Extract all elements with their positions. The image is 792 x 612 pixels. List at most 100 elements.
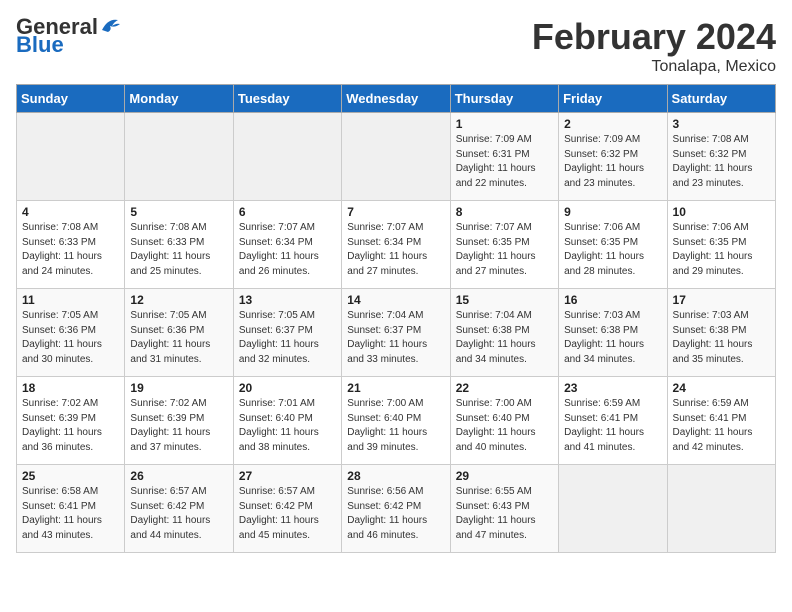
day-info: Sunrise: 6:59 AM Sunset: 6:41 PM Dayligh… [673, 397, 770, 455]
header-saturday: Saturday [667, 85, 775, 113]
calendar-cell: 16Sunrise: 7:03 AM Sunset: 6:38 PM Dayli… [559, 289, 667, 377]
header-thursday: Thursday [450, 85, 558, 113]
calendar-cell: 25 Sunrise: 6:58 AM Sunset: 6:41 PM Dayli… [17, 465, 125, 553]
week-row-4: 18 Sunrise: 7:02 AM Sunset: 6:39 PM Dayli… [17, 377, 776, 465]
day-number: 14 [347, 293, 444, 307]
day-number: 25 [22, 469, 119, 483]
day-number: 7 [347, 205, 444, 219]
page-header: General Blue February 2024 Tonalapa, Mex… [16, 16, 776, 76]
header-friday: Friday [559, 85, 667, 113]
day-number: 21 [347, 381, 444, 395]
day-info: Sunrise: 7:03 AM Sunset: 6:38 PM Dayligh… [673, 309, 770, 367]
calendar-cell: 20 Sunrise: 7:01 AM Sunset: 6:40 PM Dayli… [233, 377, 341, 465]
calendar-cell: 13 Sunrise: 7:05 AM Sunset: 6:37 PM Dayli… [233, 289, 341, 377]
header-tuesday: Tuesday [233, 85, 341, 113]
day-number: 12 [130, 293, 227, 307]
calendar-cell: 5Sunrise: 7:08 AM Sunset: 6:33 PM Daylig… [125, 201, 233, 289]
day-number: 16 [564, 293, 661, 307]
calendar-cell [667, 465, 775, 553]
day-info: Sunrise: 7:06 AM Sunset: 6:35 PM Dayligh… [673, 221, 770, 279]
day-number: 29 [456, 469, 553, 483]
day-number: 27 [239, 469, 336, 483]
calendar-cell: 15Sunrise: 7:04 AM Sunset: 6:38 PM Dayli… [450, 289, 558, 377]
calendar-cell: 1 Sunrise: 7:09 AM Sunset: 6:31 PM Daylig… [450, 113, 558, 201]
calendar-cell [559, 465, 667, 553]
calendar-cell: 29Sunrise: 6:55 AM Sunset: 6:43 PM Dayli… [450, 465, 558, 553]
calendar-cell: 4 Sunrise: 7:08 AM Sunset: 6:33 PM Daylig… [17, 201, 125, 289]
day-info: Sunrise: 7:08 AM Sunset: 6:33 PM Dayligh… [22, 221, 119, 279]
calendar-cell: 17 Sunrise: 7:03 AM Sunset: 6:38 PM Dayli… [667, 289, 775, 377]
calendar-cell: 2 Sunrise: 7:09 AM Sunset: 6:32 PM Daylig… [559, 113, 667, 201]
day-info: Sunrise: 7:07 AM Sunset: 6:34 PM Dayligh… [347, 221, 444, 279]
calendar-cell: 8 Sunrise: 7:07 AM Sunset: 6:35 PM Daylig… [450, 201, 558, 289]
week-row-2: 4 Sunrise: 7:08 AM Sunset: 6:33 PM Daylig… [17, 201, 776, 289]
title-block: February 2024 Tonalapa, Mexico [532, 16, 776, 76]
day-info: Sunrise: 7:02 AM Sunset: 6:39 PM Dayligh… [130, 397, 227, 455]
logo-bird-icon [100, 16, 122, 34]
day-info: Sunrise: 7:06 AM Sunset: 6:35 PM Dayligh… [564, 221, 661, 279]
day-info: Sunrise: 7:09 AM Sunset: 6:31 PM Dayligh… [456, 133, 553, 191]
calendar-cell [342, 113, 450, 201]
day-number: 3 [673, 117, 770, 131]
day-number: 18 [22, 381, 119, 395]
logo-blue-text: Blue [16, 34, 64, 56]
day-number: 1 [456, 117, 553, 131]
day-number: 19 [130, 381, 227, 395]
day-info: Sunrise: 7:05 AM Sunset: 6:36 PM Dayligh… [130, 309, 227, 367]
day-number: 15 [456, 293, 553, 307]
day-number: 23 [564, 381, 661, 395]
calendar-cell: 23 Sunrise: 6:59 AM Sunset: 6:41 PM Dayli… [559, 377, 667, 465]
calendar-cell: 18 Sunrise: 7:02 AM Sunset: 6:39 PM Dayli… [17, 377, 125, 465]
day-number: 6 [239, 205, 336, 219]
week-row-3: 11 Sunrise: 7:05 AM Sunset: 6:36 PM Dayli… [17, 289, 776, 377]
day-info: Sunrise: 6:58 AM Sunset: 6:41 PM Dayligh… [22, 485, 119, 543]
day-number: 26 [130, 469, 227, 483]
logo: General Blue [16, 16, 122, 56]
calendar-cell: 22 Sunrise: 7:00 AM Sunset: 6:40 PM Dayli… [450, 377, 558, 465]
calendar-cell: 27 Sunrise: 6:57 AM Sunset: 6:42 PM Dayli… [233, 465, 341, 553]
calendar-title: February 2024 [532, 16, 776, 58]
day-info: Sunrise: 7:01 AM Sunset: 6:40 PM Dayligh… [239, 397, 336, 455]
calendar-cell [125, 113, 233, 201]
week-row-1: 1 Sunrise: 7:09 AM Sunset: 6:31 PM Daylig… [17, 113, 776, 201]
header-row: Sunday Monday Tuesday Wednesday Thursday… [17, 85, 776, 113]
day-number: 10 [673, 205, 770, 219]
day-number: 22 [456, 381, 553, 395]
calendar-cell [233, 113, 341, 201]
day-info: Sunrise: 6:57 AM Sunset: 6:42 PM Dayligh… [239, 485, 336, 543]
calendar-cell: 19 Sunrise: 7:02 AM Sunset: 6:39 PM Dayli… [125, 377, 233, 465]
calendar-header: Sunday Monday Tuesday Wednesday Thursday… [17, 85, 776, 113]
calendar-cell: 6 Sunrise: 7:07 AM Sunset: 6:34 PM Daylig… [233, 201, 341, 289]
day-number: 13 [239, 293, 336, 307]
day-info: Sunrise: 7:05 AM Sunset: 6:36 PM Dayligh… [22, 309, 119, 367]
day-number: 2 [564, 117, 661, 131]
calendar-table: Sunday Monday Tuesday Wednesday Thursday… [16, 84, 776, 553]
calendar-cell: 12 Sunrise: 7:05 AM Sunset: 6:36 PM Dayli… [125, 289, 233, 377]
day-number: 17 [673, 293, 770, 307]
day-number: 11 [22, 293, 119, 307]
day-info: Sunrise: 7:08 AM Sunset: 6:32 PM Dayligh… [673, 133, 770, 191]
calendar-cell: 24Sunrise: 6:59 AM Sunset: 6:41 PM Dayli… [667, 377, 775, 465]
day-number: 4 [22, 205, 119, 219]
day-info: Sunrise: 7:07 AM Sunset: 6:34 PM Dayligh… [239, 221, 336, 279]
calendar-body: 1 Sunrise: 7:09 AM Sunset: 6:31 PM Daylig… [17, 113, 776, 553]
calendar-subtitle: Tonalapa, Mexico [532, 58, 776, 76]
day-number: 20 [239, 381, 336, 395]
day-info: Sunrise: 7:00 AM Sunset: 6:40 PM Dayligh… [456, 397, 553, 455]
calendar-cell: 26Sunrise: 6:57 AM Sunset: 6:42 PM Dayli… [125, 465, 233, 553]
day-number: 28 [347, 469, 444, 483]
calendar-cell [17, 113, 125, 201]
calendar-cell: 14Sunrise: 7:04 AM Sunset: 6:37 PM Dayli… [342, 289, 450, 377]
day-info: Sunrise: 7:00 AM Sunset: 6:40 PM Dayligh… [347, 397, 444, 455]
day-info: Sunrise: 7:02 AM Sunset: 6:39 PM Dayligh… [22, 397, 119, 455]
header-sunday: Sunday [17, 85, 125, 113]
calendar-cell: 11 Sunrise: 7:05 AM Sunset: 6:36 PM Dayli… [17, 289, 125, 377]
day-number: 8 [456, 205, 553, 219]
day-info: Sunrise: 6:59 AM Sunset: 6:41 PM Dayligh… [564, 397, 661, 455]
calendar-cell: 9Sunrise: 7:06 AM Sunset: 6:35 PM Daylig… [559, 201, 667, 289]
day-info: Sunrise: 7:05 AM Sunset: 6:37 PM Dayligh… [239, 309, 336, 367]
day-number: 5 [130, 205, 227, 219]
day-info: Sunrise: 7:07 AM Sunset: 6:35 PM Dayligh… [456, 221, 553, 279]
calendar-cell: 10 Sunrise: 7:06 AM Sunset: 6:35 PM Dayli… [667, 201, 775, 289]
day-info: Sunrise: 7:09 AM Sunset: 6:32 PM Dayligh… [564, 133, 661, 191]
